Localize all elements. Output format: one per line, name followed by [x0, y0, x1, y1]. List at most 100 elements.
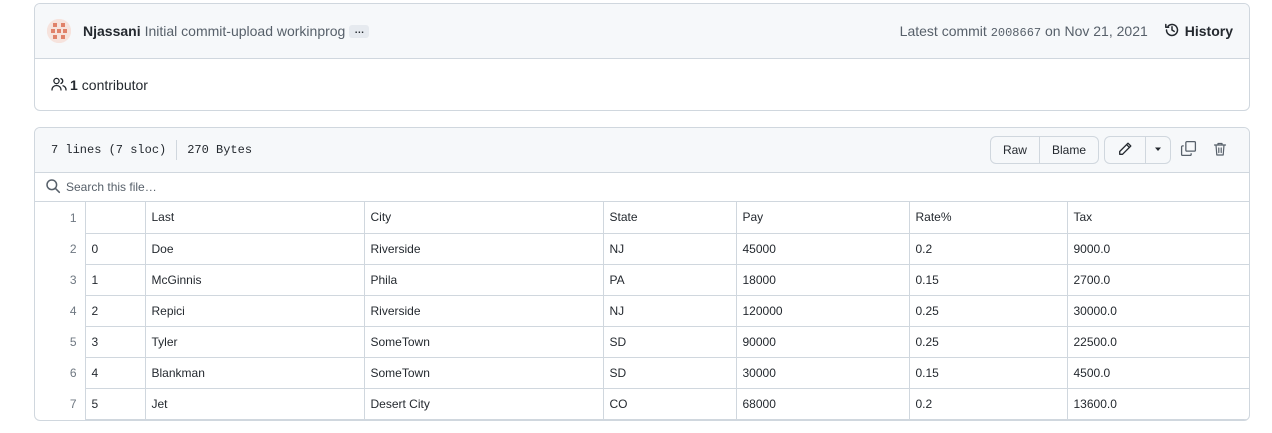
file-search-row — [35, 173, 1249, 202]
file-line-count: 7 lines (7 sloc) — [51, 143, 167, 157]
file-info-divider — [176, 140, 178, 160]
table-cell: Blankman — [144, 356, 365, 389]
history-label: History — [1184, 23, 1233, 39]
table-cell: 13600.0 — [1066, 387, 1249, 420]
table-cell: SomeTown — [363, 356, 604, 389]
column-header: Rate% — [908, 202, 1068, 234]
csv-table: 1 Last City State Pay Rate% Tax 2 0 Doe … — [35, 202, 1249, 420]
table-row: 3 1 McGinnis Phila PA 18000 0.15 2700.0 — [35, 263, 1249, 296]
table-cell: PA — [602, 263, 737, 296]
latest-commit-text: Latest commit 2008667 on Nov 21, 2021 — [900, 23, 1148, 40]
table-header-row: 1 Last City State Pay Rate% Tax — [35, 202, 1249, 234]
file-size: 270 Bytes — [187, 143, 253, 157]
line-number[interactable]: 6 — [35, 357, 85, 388]
table-cell: 2700.0 — [1066, 263, 1249, 296]
raw-blame-group: Raw Blame — [989, 136, 1099, 164]
people-icon — [51, 76, 70, 95]
edit-group — [1104, 136, 1171, 164]
caret-down-icon — [1153, 143, 1163, 157]
table-cell: 0.2 — [908, 232, 1068, 265]
table-cell: Riverside — [363, 232, 604, 265]
table-cell: 0.25 — [908, 294, 1068, 327]
table-row: 6 4 Blankman SomeTown SD 30000 0.15 4500… — [35, 356, 1249, 389]
edit-dropdown-button[interactable] — [1145, 137, 1170, 163]
search-icon — [45, 178, 61, 197]
table-cell: 0 — [84, 232, 146, 265]
line-number[interactable]: 2 — [35, 233, 85, 264]
table-row: 5 3 Tyler SomeTown SD 90000 0.25 22500.0 — [35, 325, 1249, 358]
table-cell: 90000 — [735, 325, 910, 358]
table-cell: 0.25 — [908, 325, 1068, 358]
table-cell: 0.15 — [908, 356, 1068, 389]
table-cell: Doe — [144, 232, 365, 265]
column-header: City — [363, 202, 604, 234]
trash-icon — [1212, 141, 1228, 160]
table-row: 7 5 Jet Desert City CO 68000 0.2 13600.0 — [35, 387, 1249, 420]
line-number[interactable]: 3 — [35, 264, 85, 295]
table-cell: 30000 — [735, 356, 910, 389]
table-row: 2 0 Doe Riverside NJ 45000 0.2 9000.0 — [35, 232, 1249, 265]
table-cell: McGinnis — [144, 263, 365, 296]
table-cell: SomeTown — [363, 325, 604, 358]
table-cell: 1 — [84, 263, 146, 296]
table-cell: 30000.0 — [1066, 294, 1249, 327]
column-header: Last — [144, 202, 365, 234]
table-cell: SD — [602, 325, 737, 358]
table-cell: 45000 — [735, 232, 910, 265]
commit-box: Njassani Initial commit-upload workinpro… — [34, 3, 1250, 111]
column-header: State — [602, 202, 737, 234]
table-row: 4 2 Repici Riverside NJ 120000 0.25 3000… — [35, 294, 1249, 327]
table-cell: 18000 — [735, 263, 910, 296]
latest-commit-label: Latest commit — [899, 22, 987, 39]
copy-button[interactable] — [1173, 140, 1203, 160]
table-cell: 0.15 — [908, 263, 1068, 296]
history-button[interactable]: History — [1164, 22, 1233, 41]
column-header: Tax — [1066, 202, 1249, 234]
table-cell: 5 — [84, 387, 146, 420]
table-cell: 9000.0 — [1066, 232, 1249, 265]
line-number[interactable]: 5 — [35, 326, 85, 357]
table-cell: 0.2 — [908, 387, 1068, 420]
blame-button[interactable]: Blame — [1038, 137, 1098, 163]
table-cell: NJ — [602, 294, 737, 327]
table-cell: SD — [602, 356, 737, 389]
contributor-count[interactable]: 1 — [70, 77, 78, 93]
pencil-icon — [1117, 141, 1133, 160]
history-icon — [1164, 22, 1185, 41]
file-search-input[interactable] — [66, 180, 366, 194]
edit-button[interactable] — [1105, 137, 1145, 163]
commit-date: on Nov 21, 2021 — [1045, 22, 1148, 39]
table-cell: 4 — [84, 356, 146, 389]
line-number[interactable]: 1 — [35, 202, 85, 233]
table-cell: Phila — [363, 263, 604, 296]
file-header: 7 lines (7 sloc) 270 Bytes Raw Blame — [35, 128, 1249, 173]
contributor-label[interactable]: contributor — [82, 77, 148, 93]
avatar[interactable] — [47, 19, 71, 43]
delete-button[interactable] — [1205, 141, 1235, 160]
column-header: Pay — [735, 202, 910, 234]
table-cell: Desert City — [363, 387, 604, 420]
table-cell: 3 — [84, 325, 146, 358]
copy-icon — [1180, 140, 1197, 160]
commit-header: Njassani Initial commit-upload workinpro… — [35, 4, 1249, 59]
line-number[interactable]: 7 — [35, 388, 85, 419]
commit-sha-link[interactable]: 2008667 — [991, 26, 1041, 40]
table-cell: 68000 — [735, 387, 910, 420]
table-cell: Riverside — [363, 294, 604, 327]
file-info: 7 lines (7 sloc) 270 Bytes — [51, 140, 252, 160]
table-cell: CO — [602, 387, 737, 420]
table-cell: Tyler — [144, 325, 365, 358]
table-cell: Repici — [144, 294, 365, 327]
raw-button[interactable]: Raw — [991, 137, 1039, 163]
column-header — [84, 202, 146, 234]
contributors-row: 1 contributor — [35, 59, 1249, 110]
commit-author-link[interactable]: Njassani — [83, 23, 141, 39]
file-box: 7 lines (7 sloc) 270 Bytes Raw Blame Sea… — [34, 127, 1250, 421]
table-cell: 2 — [84, 294, 146, 327]
expand-commit-message-button[interactable]: … — [349, 24, 370, 38]
commit-message-link[interactable]: Initial commit-upload workinprog — [145, 23, 346, 39]
table-cell: 120000 — [735, 294, 910, 327]
table-cell: Jet — [144, 387, 365, 420]
table-cell: NJ — [602, 232, 737, 265]
line-number[interactable]: 4 — [35, 295, 85, 326]
